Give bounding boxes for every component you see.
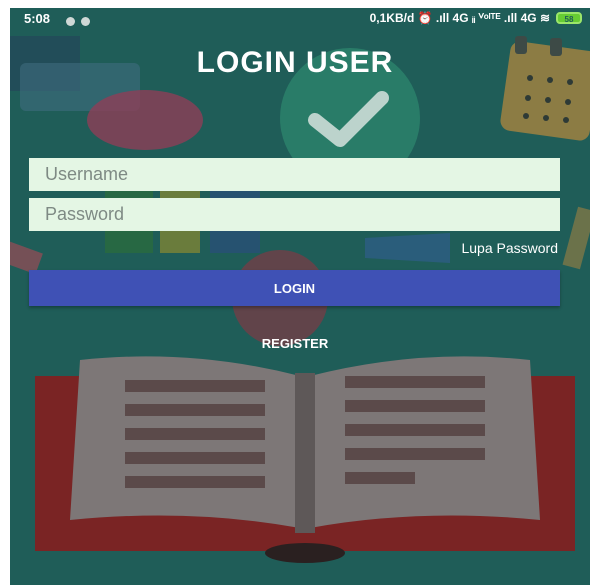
notification-dot-icon: [66, 17, 75, 26]
page-title: LOGIN USER: [196, 46, 394, 79]
book-illustration: [35, 356, 575, 563]
notification-dots: [66, 14, 96, 29]
notification-dot-icon: [81, 17, 90, 26]
username-input[interactable]: [29, 158, 560, 191]
register-link[interactable]: REGISTER: [0, 336, 590, 351]
battery-icon: 58: [556, 12, 582, 24]
status-bar: 5:08 0,1KB/d ⏰ .ıll 4G ᵢᵢ ⱽᵒˡᵀᴱ .ıll 4G …: [10, 8, 590, 30]
forgot-password-link[interactable]: Lupa Password: [461, 240, 558, 256]
password-input[interactable]: [29, 198, 560, 231]
status-time: 5:08: [24, 11, 51, 26]
login-button[interactable]: LOGIN: [29, 270, 560, 306]
network-info: 0,1KB/d ⏰ .ıll 4G ᵢᵢ ⱽᵒˡᵀᴱ .ıll 4G ≋: [369, 11, 550, 25]
